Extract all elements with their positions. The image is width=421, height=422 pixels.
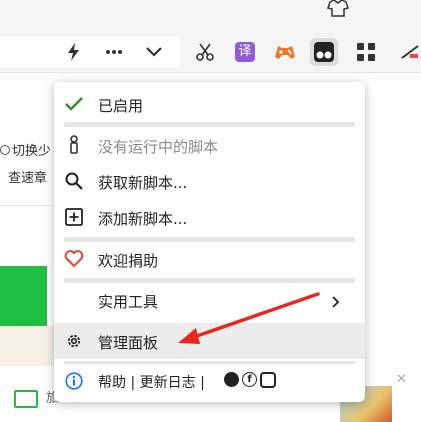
annotation-arrow [178,292,320,344]
